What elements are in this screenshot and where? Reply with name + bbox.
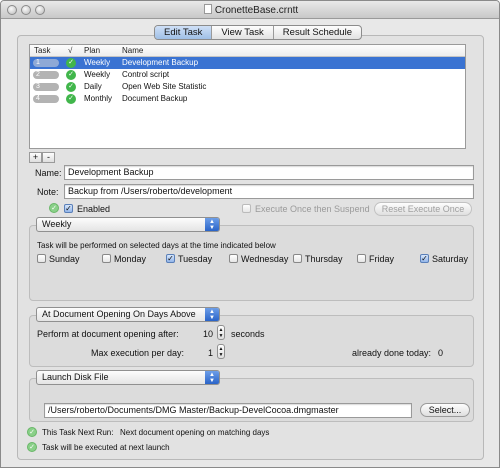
column-header-check[interactable]: √ [68, 46, 72, 55]
launch-note: Task will be executed at next launch [42, 443, 170, 452]
document-icon [203, 4, 212, 14]
task-table[interactable]: Task √ Plan Name 1 ✓ Weekly Development … [29, 44, 466, 149]
note-field[interactable]: Backup from /Users/roberto/development [64, 184, 474, 199]
tab-view-task[interactable]: View Task [212, 26, 274, 39]
trigger-mode-popup[interactable]: At Document Opening On Days Above ▲ ▼ [36, 307, 220, 322]
name-field[interactable]: Development Backup [64, 165, 474, 180]
day-label-wednesday: Wednesday [241, 254, 289, 264]
task-name: Control script [122, 70, 170, 79]
plan-popup[interactable]: Weekly ▲ ▼ [36, 217, 220, 232]
column-header-name[interactable]: Name [122, 46, 143, 55]
done-today-value: 0 [438, 348, 444, 358]
day-checkbox-friday[interactable] [357, 254, 366, 263]
table-row[interactable]: 2 ✓ Weekly Control script [30, 69, 465, 81]
app-window: CronetteBase.crntt Edit Task View Task R… [0, 0, 500, 468]
trigger-group [29, 315, 474, 367]
note-label: Note: [37, 187, 59, 197]
window-title-wrap: CronetteBase.crntt [1, 4, 499, 16]
day-checkbox-tuesday[interactable]: ✓ [166, 254, 175, 263]
day-label-thursday: Thursday [305, 254, 343, 264]
popup-arrows-icon: ▲ ▼ [205, 308, 219, 321]
table-header: Task √ Plan Name [30, 45, 465, 57]
tab-result-schedule[interactable]: Result Schedule [274, 26, 361, 39]
name-label: Name: [35, 168, 62, 178]
task-name: Open Web Site Statistic [122, 82, 207, 91]
perform-after-value[interactable]: 10 [199, 329, 213, 339]
action-type-value: Launch Disk File [42, 372, 109, 382]
view-tabs: Edit Task View Task Result Schedule [154, 25, 362, 40]
action-type-popup[interactable]: Launch Disk File ▲ ▼ [36, 370, 220, 385]
day-checkbox-wednesday[interactable] [229, 254, 238, 263]
title-bar: CronetteBase.crntt [1, 1, 499, 19]
column-header-task[interactable]: Task [34, 46, 50, 55]
task-index-badge: 3 [33, 83, 59, 91]
max-execution-label: Max execution per day: [91, 348, 185, 358]
day-checkbox-saturday[interactable]: ✓ [420, 254, 429, 263]
task-plan: Weekly [84, 58, 111, 67]
plan-popup-value: Weekly [42, 219, 72, 229]
day-label-sunday: Sunday [49, 254, 80, 264]
task-plan: Daily [84, 82, 102, 91]
tab-edit-task[interactable]: Edit Task [155, 26, 213, 39]
task-index-badge: 4 [33, 95, 59, 103]
status-check-icon: ✓ [66, 82, 76, 92]
popup-arrows-icon: ▲ ▼ [205, 218, 219, 231]
next-run-value: Next document opening on matching days [120, 428, 270, 437]
file-path-field[interactable]: /Users/roberto/Documents/DMG Master/Back… [44, 403, 412, 418]
column-header-plan[interactable]: Plan [84, 46, 100, 55]
perform-after-unit: seconds [231, 329, 265, 339]
perform-after-stepper[interactable]: ▲ ▼ [217, 325, 225, 340]
perform-after-label: Perform at document opening after: [37, 329, 179, 339]
schedule-description: Task will be performed on selected days … [37, 241, 276, 250]
trigger-mode-value: At Document Opening On Days Above [42, 309, 196, 319]
status-check-icon: ✓ [66, 58, 76, 68]
table-row[interactable]: 1 ✓ Weekly Development Backup [30, 57, 465, 69]
table-row[interactable]: 4 ✓ Monthly Document Backup [30, 93, 465, 105]
day-label-monday: Monday [114, 254, 147, 264]
day-label-friday: Friday [369, 254, 395, 264]
table-row[interactable]: 3 ✓ Daily Open Web Site Statistic [30, 81, 465, 93]
enabled-checkbox[interactable]: ✓ [64, 204, 73, 213]
next-run-label: This Task Next Run: [42, 428, 114, 437]
add-task-button[interactable]: + [29, 152, 42, 163]
day-checkbox-monday[interactable] [102, 254, 111, 263]
max-execution-value[interactable]: 1 [199, 348, 213, 358]
task-index-badge: 1 [33, 59, 59, 67]
enabled-label: Enabled [77, 204, 111, 214]
launch-status-icon: ✓ [27, 442, 37, 452]
task-name: Development Backup [122, 58, 199, 67]
execute-once-checkbox[interactable] [242, 204, 251, 213]
task-plan: Weekly [84, 70, 111, 79]
task-name: Document Backup [122, 94, 188, 103]
status-check-icon: ✓ [66, 94, 76, 104]
status-check-icon: ✓ [66, 70, 76, 80]
task-plan: Monthly [84, 94, 113, 103]
day-label-saturday: Saturday [432, 254, 469, 264]
execute-once-label: Execute Once then Suspend [255, 204, 370, 214]
day-checkbox-sunday[interactable] [37, 254, 46, 263]
remove-task-button[interactable]: - [42, 152, 55, 163]
window-title: CronetteBase.crntt [214, 5, 299, 16]
day-checkbox-thursday[interactable] [293, 254, 302, 263]
select-file-button[interactable]: Select... [420, 403, 470, 417]
popup-arrows-icon: ▲ ▼ [205, 371, 219, 384]
max-execution-stepper[interactable]: ▲ ▼ [217, 344, 225, 359]
day-label-tuesday: Tuesday [178, 254, 213, 264]
enabled-status-icon: ✓ [49, 203, 59, 213]
task-index-badge: 2 [33, 71, 59, 79]
reset-execute-once-button[interactable]: Reset Execute Once [374, 202, 472, 216]
done-today-label: already done today: [352, 348, 432, 358]
next-run-status-icon: ✓ [27, 427, 37, 437]
